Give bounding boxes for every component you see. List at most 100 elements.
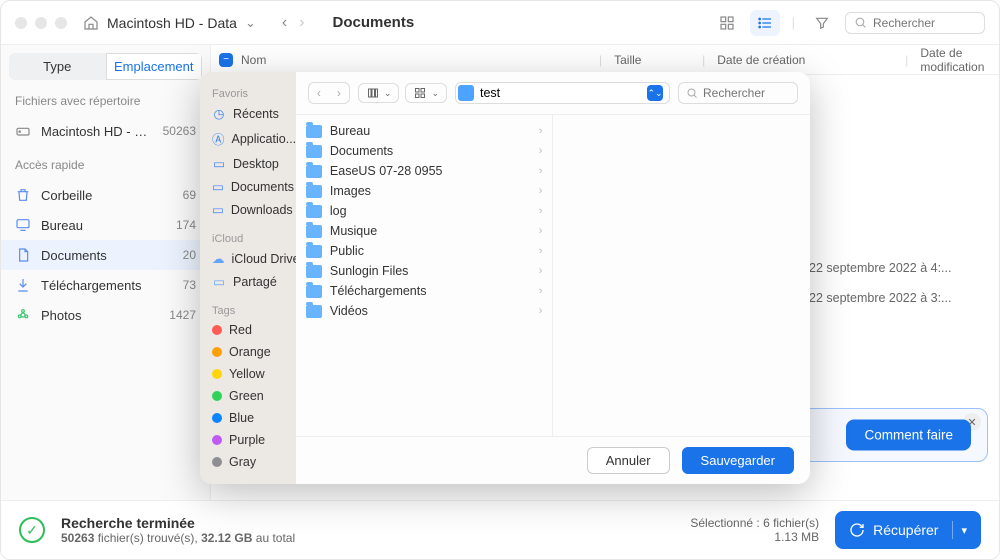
root-location[interactable]: Macintosh HD - Data ⌄ [83,15,256,31]
folder-row[interactable]: EaseUS 07-28 0955› [296,161,553,181]
tab-type[interactable]: Type [9,53,106,80]
folder-icon [306,225,322,238]
doc-icon [15,247,31,263]
tag-item[interactable]: Green [200,385,296,407]
folder-icon [306,145,322,158]
cloud-icon: ▭ [212,274,226,289]
fav-item[interactable]: ▭Downloads [200,198,296,221]
col-created[interactable]: Date de création [705,53,905,67]
tag-dot-icon [212,391,222,401]
folder-row[interactable]: Images› [296,181,553,201]
chevron-right-icon: › [539,125,543,137]
chevron-right-icon: › [539,305,543,317]
chevron-right-icon: › [539,205,543,217]
sidebar-item-bureau[interactable]: Bureau174 [1,210,210,240]
drive-item[interactable]: Macintosh HD - Data 50263 [1,116,210,146]
folder-row[interactable]: Documents› [296,141,553,161]
drive-label: Macintosh HD - Data [41,124,153,139]
sidebar: Type Emplacement Fichiers avec répertoir… [1,45,211,500]
forward-icon[interactable]: › [299,14,304,32]
fav-item[interactable]: ▭Documents [200,175,296,198]
nav-arrows[interactable]: ‹ › [256,14,305,32]
back-icon[interactable]: ‹ [282,14,287,32]
home-icon [83,15,99,31]
folder-icon: ▭ [212,156,226,171]
folder-row[interactable]: log› [296,201,553,221]
filter-button[interactable] [807,10,837,36]
photos-icon [15,307,31,323]
folder-row[interactable]: Vidéos› [296,301,553,321]
status-detail: 50263 fichier(s) trouvé(s), 32.12 GB au … [61,531,674,545]
view-grid-button[interactable] [712,10,742,36]
dialog-footer: Annuler Sauvegarder [296,436,810,484]
chevron-right-icon: › [539,145,543,157]
tag-item[interactable]: Yellow [200,363,296,385]
dialog-nav[interactable]: ‹› [308,82,350,104]
select-all-checkbox[interactable]: − [219,53,233,67]
col-name[interactable]: Nom [241,53,266,67]
favorites-label: Favoris [200,82,296,102]
path-input[interactable] [480,86,641,100]
columns-header: − Nom | Taille | Date de création | Date… [211,45,999,75]
folder-icon [306,125,322,138]
sidebar-tabs: Type Emplacement [9,53,202,80]
search-field[interactable] [845,12,985,34]
sidebar-item-documents[interactable]: Documents20 [1,240,210,270]
chevron-down-icon[interactable]: ▾ [961,524,967,537]
folder-row[interactable]: Musique› [296,221,553,241]
how-to-button[interactable]: Comment faire [846,420,971,451]
sidebar-item-corbeille[interactable]: Corbeille69 [1,180,210,210]
icloud-item[interactable]: ☁iCloud Drive [200,247,296,270]
icloud-item[interactable]: ▭Partagé [200,270,296,293]
download-icon [15,277,31,293]
folder-icon [306,185,322,198]
col-size[interactable]: Taille [602,53,702,67]
folder-row[interactable]: Bureau› [296,121,553,141]
dialog-search[interactable] [678,82,798,104]
refresh-icon [849,522,865,538]
path-dropdown-icon[interactable]: ⌃⌄ [647,85,663,101]
folder-icon: Ⓐ [212,129,225,148]
cancel-button[interactable]: Annuler [587,447,670,474]
tag-item[interactable]: Purple [200,429,296,451]
tag-dot-icon [212,369,222,379]
chevron-down-icon: ⌄ [245,15,256,31]
tab-location[interactable]: Emplacement [106,53,203,80]
save-button[interactable]: Sauvegarder [682,447,794,474]
dialog-search-input[interactable] [703,86,790,100]
tag-dot-icon [212,457,222,467]
folder-icon: ▭ [212,179,224,194]
chevron-right-icon: › [539,225,543,237]
fav-item[interactable]: ◷Récents [200,102,296,125]
preview-column [553,115,810,436]
icloud-label: iCloud [200,227,296,247]
folder-icon [306,285,322,298]
folder-row[interactable]: Public› [296,241,553,261]
tag-dot-icon [212,347,222,357]
tag-item[interactable]: Blue [200,407,296,429]
chevron-right-icon: › [539,245,543,257]
view-list-button[interactable] [750,10,780,36]
tags-label: Tags [200,299,296,319]
fav-item[interactable]: ▭Desktop [200,152,296,175]
tag-item[interactable]: Orange [200,341,296,363]
view-columns-button[interactable]: ⌄ [358,83,400,103]
trash-icon [15,187,31,203]
status-bar: ✓ Recherche terminée 50263 fichier(s) tr… [1,500,999,559]
tag-item[interactable]: Gray [200,451,296,473]
folder-column: Bureau›Documents›EaseUS 07-28 0955›Image… [296,115,554,436]
folder-row[interactable]: Sunlogin Files› [296,261,553,281]
tag-item[interactable]: Red [200,319,296,341]
folder-row[interactable]: Téléchargements› [296,281,553,301]
path-field[interactable]: ⌃⌄ [455,82,670,104]
search-input[interactable] [873,16,976,30]
recover-button[interactable]: Récupérer ▾ [835,511,981,549]
quick-label: Accès rapide [1,154,210,180]
fav-item[interactable]: ⒶApplicatio... [200,125,296,152]
col-modified[interactable]: Date de modification [908,46,999,74]
view-options-button[interactable]: ⌄ [405,83,447,103]
sidebar-item-téléchargements[interactable]: Téléchargements73 [1,270,210,300]
chevron-right-icon: › [539,165,543,177]
window-controls[interactable] [15,17,67,29]
sidebar-item-photos[interactable]: Photos1427 [1,300,210,330]
